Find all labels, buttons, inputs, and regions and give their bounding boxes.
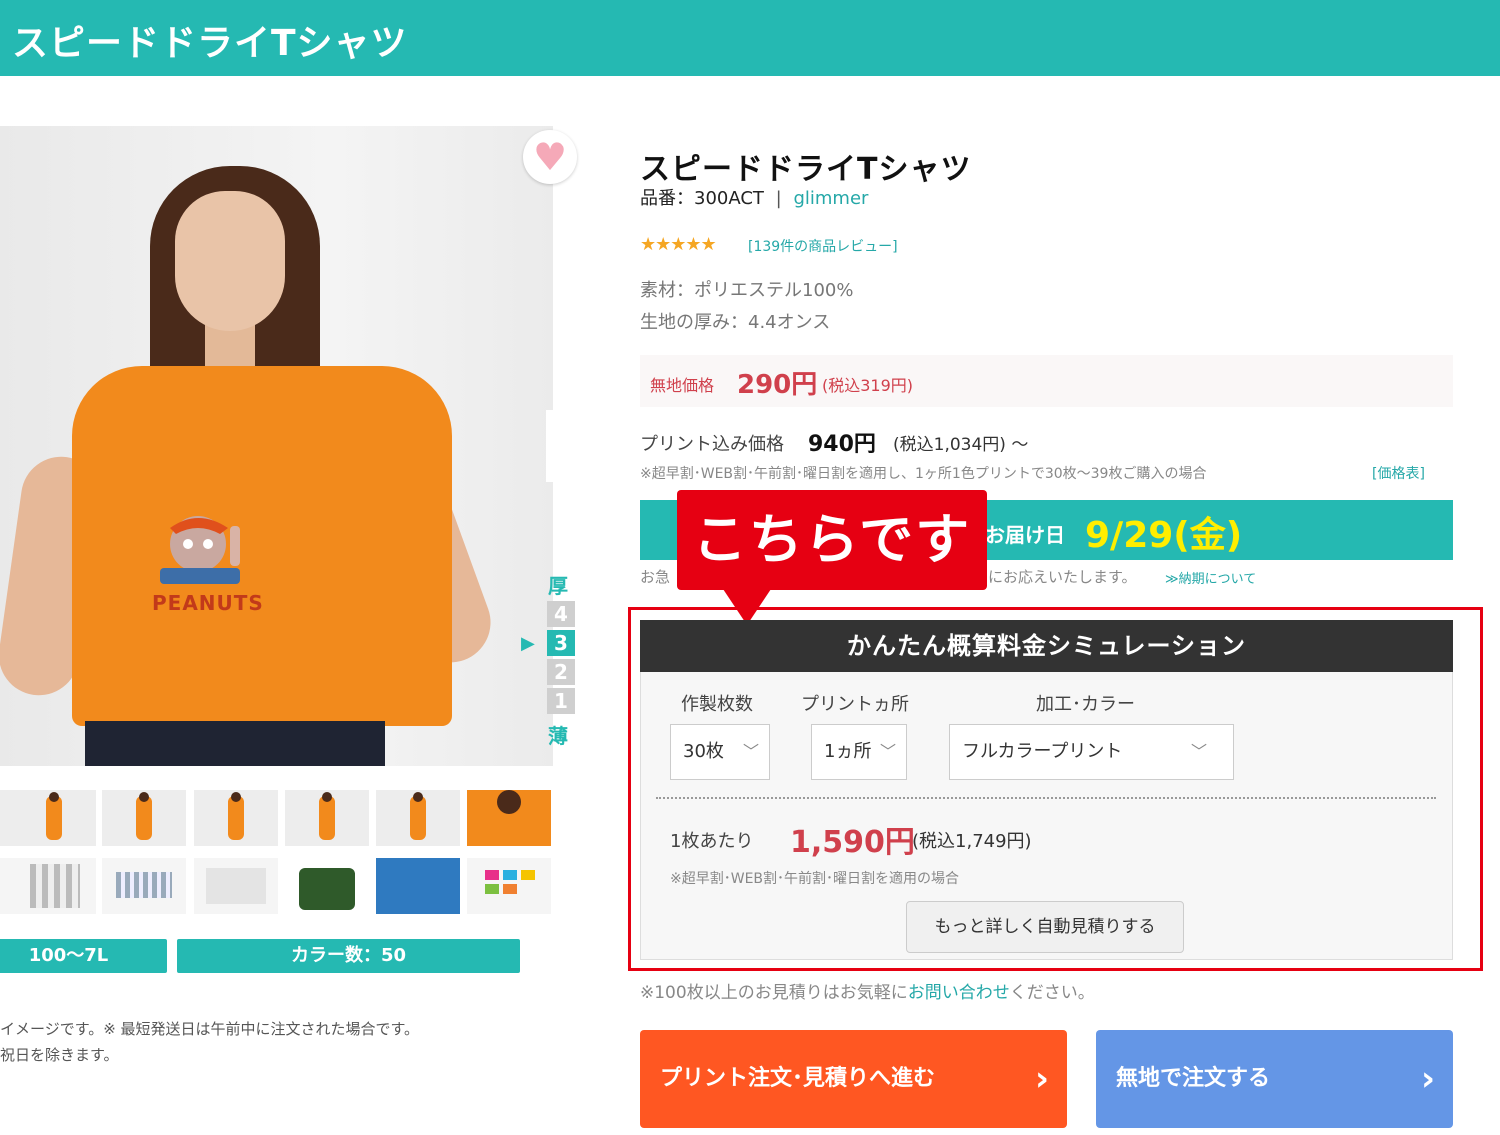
- plain-order-button[interactable]: 無地で注文する ›: [1096, 1030, 1453, 1128]
- thickness-spec: 生地の厚み：4.4オンス: [640, 312, 831, 333]
- product-meta: 品番：300ACT | glimmer: [640, 184, 868, 210]
- chevron-right-icon: ›: [1034, 1059, 1049, 1099]
- thickness-level-3-active: 3: [547, 630, 575, 656]
- urgent-note-right: にお応えいたします。: [988, 568, 1137, 586]
- chevron-down-icon: ﹀: [879, 742, 896, 761]
- process-color-label: 加工･カラー: [1036, 694, 1135, 715]
- thumbnail[interactable]: [376, 858, 460, 914]
- print-order-button[interactable]: プリント注文･見積りへ進む ›: [640, 1030, 1067, 1128]
- print-logo-text: PEANUTS: [152, 591, 264, 615]
- contact-link[interactable]: お問い合わせ: [908, 983, 1010, 1003]
- plain-order-label: 無地で注文する: [1116, 1066, 1271, 1091]
- model-face: [175, 191, 285, 331]
- chevron-down-icon: ﹀: [1190, 742, 1207, 761]
- dotted-divider: [656, 797, 1436, 799]
- location-select-value: 1ヵ所: [824, 741, 872, 762]
- bulk-note-prefix: ※100枚以上のお見積りはお気軽に: [640, 983, 908, 1003]
- thickness-thick-label: 厚: [548, 574, 568, 598]
- thumbnail[interactable]: [102, 790, 186, 846]
- reviews-link[interactable]: [139件の商品レビュー]: [748, 236, 898, 256]
- chevron-right-icon: ›: [1420, 1059, 1435, 1099]
- bulk-note-suffix: ください。: [1009, 983, 1095, 1003]
- thickness-indicator-arrow: ▶: [521, 633, 535, 654]
- thumbnail[interactable]: [12, 858, 96, 914]
- print-character-graphic: [160, 516, 240, 584]
- orange-tshirt: [72, 366, 452, 726]
- process-select-value: フルカラープリント: [962, 741, 1123, 762]
- meta-separator: |: [775, 188, 782, 209]
- product-title: スピードドライTシャツ: [640, 152, 972, 187]
- detailed-estimate-button[interactable]: もっと詳しく自動見積りする: [906, 901, 1184, 953]
- simulation-note: ※超早割･WEB割･午前割･曜日割を適用の場合: [670, 871, 960, 887]
- quantity-label: 作製枚数: [681, 694, 753, 715]
- print-price-label: プリント込み価格: [640, 434, 784, 455]
- per-unit-tax: (税込1,749円): [912, 831, 1032, 852]
- thumbnail[interactable]: [102, 858, 186, 914]
- print-price-note: ※超早割･WEB割･午前割･曜日割を適用し、1ヶ所1色プリントで30枚〜39枚ご…: [640, 466, 1207, 482]
- rating-stars: ★★★★★: [640, 234, 717, 255]
- thumbnail[interactable]: [285, 790, 369, 846]
- model-pants: [85, 721, 385, 766]
- header-banner: スピードドライTシャツ: [0, 0, 1500, 76]
- print-location-label: プリントヵ所: [801, 694, 909, 715]
- brand-link[interactable]: glimmer: [793, 188, 868, 209]
- print-location-select[interactable]: 1ヵ所 ﹀: [811, 724, 907, 780]
- thumbnail[interactable]: [467, 790, 551, 846]
- simulation-title: かんたん概算料金シミュレーション: [640, 620, 1453, 672]
- thumbnail[interactable]: [376, 790, 460, 846]
- thumbnail[interactable]: [194, 790, 278, 846]
- delivery-info-link[interactable]: ≫納期について: [1165, 568, 1256, 587]
- quantity-select-value: 30枚: [683, 741, 724, 762]
- image-note-line2: 祝日を除きます。: [0, 1046, 119, 1064]
- heart-icon: ♥: [532, 135, 568, 179]
- chevron-down-icon: ﹀: [742, 742, 759, 761]
- thickness-level-2: 2: [547, 659, 575, 685]
- quantity-select[interactable]: 30枚 ﹀: [670, 724, 770, 780]
- print-price-value: 940円: [808, 432, 876, 457]
- print-price-tax: (税込1,034円) 〜: [893, 435, 1029, 455]
- delivery-date: 9/29(金): [1085, 515, 1243, 556]
- image-note-line1: イメージです。※ 最短発送日は午前中に注文された場合です。: [0, 1020, 420, 1038]
- thumbnail[interactable]: [285, 858, 369, 914]
- thumbnail[interactable]: [467, 858, 551, 914]
- delivery-label: お届け日: [985, 523, 1065, 547]
- material-spec: 素材：ポリエステル100%: [640, 280, 854, 301]
- image-slider-handle[interactable]: [546, 410, 556, 482]
- thumbnail[interactable]: [12, 790, 96, 846]
- price-table-link[interactable]: [価格表]: [1372, 463, 1425, 483]
- thickness-thin-label: 薄: [548, 724, 568, 748]
- favorite-button[interactable]: ♥: [523, 130, 577, 184]
- color-count-pill: カラー数：50: [177, 939, 520, 973]
- thickness-level-1: 1: [547, 688, 575, 714]
- plain-price-value: 290円: [737, 370, 818, 400]
- per-unit-label: 1枚あたり: [670, 831, 754, 852]
- process-color-select[interactable]: フルカラープリント ﹀: [949, 724, 1234, 780]
- bulk-order-note: ※100枚以上のお見積りはお気軽にお問い合わせください。: [640, 978, 1095, 1003]
- banner-title: スピードドライTシャツ: [12, 23, 408, 64]
- thumbnail[interactable]: [194, 858, 278, 914]
- plain-price-label: 無地価格: [650, 376, 715, 395]
- print-order-label: プリント注文･見積りへ進む: [660, 1066, 936, 1091]
- plain-price-tax: (税込319円): [822, 376, 914, 395]
- product-main-image[interactable]: PEANUTS: [0, 126, 553, 766]
- callout-annotation: こちらです: [677, 490, 987, 590]
- size-range-pill: 100〜7L: [0, 939, 167, 973]
- item-number: 品番：300ACT: [640, 188, 764, 209]
- urgent-note-left: お急: [640, 568, 671, 586]
- thickness-level-4: 4: [547, 601, 575, 627]
- per-unit-price: 1,590円: [790, 825, 915, 860]
